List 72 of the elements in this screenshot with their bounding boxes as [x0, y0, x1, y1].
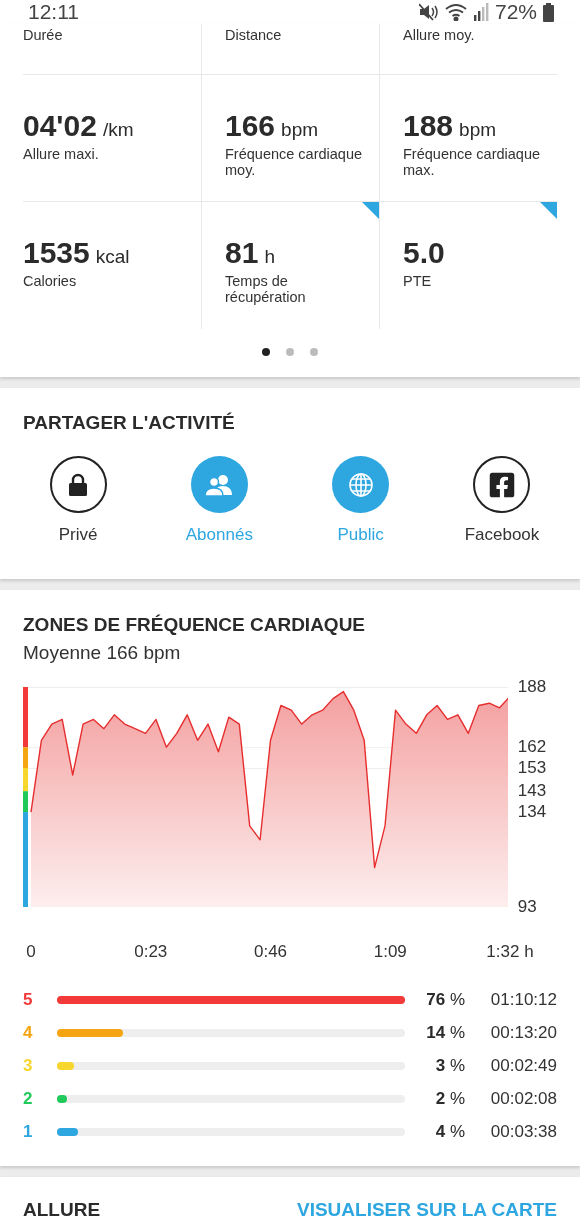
stat-label: Durée: [23, 27, 64, 43]
zone-percentage: 2 %: [434, 1089, 465, 1109]
stat-value: 5.0: [403, 236, 445, 270]
wifi-icon: [444, 3, 467, 21]
stat-label: Allure maxi.: [23, 146, 100, 162]
stat-unit: h: [264, 246, 275, 268]
section-title: ALLURE: [23, 1199, 101, 1221]
share-option-label: Abonnés: [185, 525, 253, 545]
x-axis-label: 0:23: [134, 942, 168, 962]
page-dot[interactable]: [286, 348, 294, 356]
lock-icon: [68, 472, 88, 497]
stat-value: 04'02: [23, 109, 97, 143]
y-axis-label: 188: [517, 677, 547, 697]
section-title: ZONES DE FRÉQUENCE CARDIAQUE: [23, 614, 367, 636]
stat-label: Calories: [23, 273, 78, 289]
stat-label: PTE: [403, 273, 433, 289]
battery-percentage: 72%: [494, 0, 537, 24]
stat-label: Allure moy.: [403, 27, 476, 43]
stat-value: 81: [225, 236, 259, 270]
x-axis-label: 1:32 h: [486, 942, 534, 962]
zone-number: 2: [23, 1089, 34, 1109]
zone-number: 5: [23, 990, 34, 1010]
average-heart-rate: Moyenne 166 bpm: [23, 642, 182, 664]
stat-label: Temps de récupération: [225, 273, 307, 305]
zone-percentage: 14 %: [425, 1023, 465, 1043]
y-axis-label: 93: [517, 897, 537, 917]
stat-label: Fréquence cardiaque max.: [403, 146, 542, 178]
share-option-label: Facebook: [464, 525, 540, 545]
zone-duration: 01:10:12: [489, 990, 557, 1010]
y-axis-label: 143: [517, 781, 547, 802]
x-axis-label: 0:46: [253, 942, 288, 962]
page-dot[interactable]: [310, 348, 318, 356]
zone-duration: 00:02:08: [489, 1089, 557, 1109]
stat-label: Distance: [225, 27, 283, 43]
share-option-button[interactable]: [49, 456, 107, 513]
zone-number: 3: [23, 1056, 34, 1076]
corner-flag: [362, 202, 379, 219]
facebook-icon: [488, 470, 516, 499]
status-time: 12:11: [28, 0, 79, 24]
map-link[interactable]: VISUALISER SUR LA CARTE: [296, 1199, 557, 1221]
page-dot[interactable]: [262, 348, 270, 356]
signal-icon: [472, 3, 489, 21]
y-axis-label: 153: [517, 758, 547, 779]
zone-percentage: 4 %: [434, 1122, 465, 1142]
zone-percentage: 76 %: [425, 990, 465, 1010]
zone-percentage: 3 %: [434, 1056, 465, 1076]
battery-icon: [543, 2, 554, 22]
zone-duration: 00:03:38: [489, 1122, 557, 1142]
y-axis-label: 162: [517, 737, 547, 758]
zone-duration: 00:02:49: [489, 1056, 557, 1076]
stat-unit: bpm: [459, 119, 497, 141]
share-option-button[interactable]: [473, 456, 531, 513]
zone-number: 4: [23, 1023, 34, 1043]
stat-unit: /km: [102, 119, 134, 141]
share-option-label: Privé: [58, 525, 98, 545]
corner-flag: [540, 202, 557, 219]
x-axis-label: 1:09: [373, 942, 407, 962]
stat-value: 188: [403, 109, 454, 143]
stat-value: 1535: [23, 236, 90, 270]
stat-unit: bpm: [281, 119, 319, 141]
x-axis-label: 0: [26, 942, 36, 962]
section-title: PARTAGER L'ACTIVITÉ: [23, 412, 236, 434]
y-axis-label: 134: [517, 802, 547, 823]
zone-number: 1: [23, 1122, 34, 1142]
people-icon: [205, 473, 234, 496]
mute-icon: [418, 3, 439, 21]
globe-icon: [347, 471, 374, 498]
stat-value: 166: [225, 109, 276, 143]
stat-unit: kcal: [95, 246, 130, 268]
share-option-label: Public: [337, 525, 384, 545]
stat-label: Fréquence cardiaque moy.: [225, 146, 364, 178]
zone-duration: 00:13:20: [489, 1023, 557, 1043]
